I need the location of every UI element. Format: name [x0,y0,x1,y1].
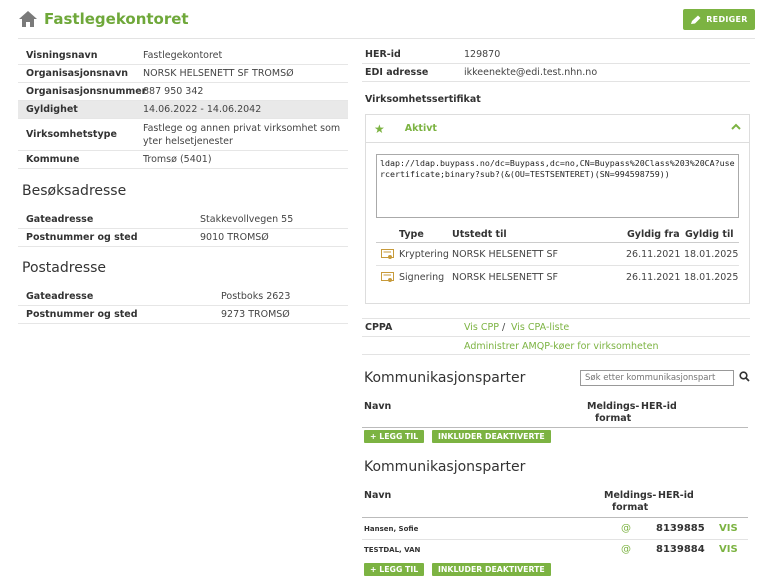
comm-parties-title: Kommunikasjonsparter [364,370,526,386]
table-row: Hansen, Sofie @ 8139885 VIS [362,518,748,540]
her-id-value: 129870 [464,49,501,60]
divider [362,427,748,428]
star-icon: ★ [374,121,385,136]
table-row: Kryptering NORSK HELSENETT SF 26.11.2021… [376,244,739,266]
view-cpp-link[interactable]: Vis CPP [464,322,499,333]
chevron-up-icon[interactable] [731,123,741,134]
col-message-format: Meldings- [587,401,640,412]
comm-party-search-input[interactable] [580,370,734,386]
email-format-icon: @ [621,523,631,534]
divider [362,318,750,319]
view-party-link[interactable]: VIS [719,544,738,555]
col-name: Navn [364,401,392,412]
info-row-validity: Gyldighet 14.06.2022 - 14.06.2042 [18,101,348,119]
divider [362,354,750,355]
cppa-label: CPPA [365,322,393,333]
certificate-icon [381,249,394,264]
view-party-link[interactable]: VIS [719,523,738,534]
page-title: Fastlegekontoret [44,10,189,28]
info-row-business-type: Virksomhetstype Fastlege og annen privat… [18,119,348,151]
ldap-url-field[interactable]: ldap://ldap.buypass.no/dc=Buypass,dc=no,… [376,154,739,218]
visit-address-title: Besøksadresse [22,183,127,199]
post-postal-row: Postnummer og sted 9273 TROMSØ [18,306,348,324]
col-type: Type [399,229,424,240]
include-deactivated-button[interactable]: INKLUDER DEAKTIVERTE [432,430,551,443]
col-message-format-2: format [612,502,649,513]
certificate-status: Aktivt [404,123,437,134]
edi-address-value: ikkeenekte@edi.test.nhn.no [464,67,598,78]
comm-parties-title-2: Kommunikasjonsparter [364,459,526,475]
edi-address-label: EDI adresse [365,67,429,78]
col-her-id: HER-id [641,401,677,412]
divider [362,336,750,337]
info-row-display-name: Visningsnavn Fastlegekontoret [18,47,348,65]
home-icon [19,11,37,27]
col-message-format: Meldings- [604,490,657,501]
visit-postal-row: Postnummer og sted 9010 TROMSØ [18,229,348,247]
col-valid-to: Gyldig til [685,229,734,240]
col-issued-to: Utstedt til [452,229,507,240]
table-row: TESTDAL, VAN @ 8139884 VIS [364,544,738,555]
edit-button[interactable]: REDIGER [683,9,755,30]
col-her-id: HER-id [658,490,694,501]
col-name: Navn [364,490,392,501]
certificate-icon [381,272,394,287]
manage-amqp-link[interactable]: Administrer AMQP-køer for virksomheten [464,341,659,352]
pencil-icon [691,15,701,24]
table-row: Signering NORSK HELSENETT SF 26.11.2021 … [376,267,739,289]
col-valid-from: Gyldig fra [627,229,680,240]
add-comm-party-button-2[interactable]: + LEGG TIL [364,563,425,576]
visit-street-row: Gateadresse Stakkevollvegen 55 [18,211,348,229]
email-format-icon: @ [621,544,631,555]
post-address-title: Postadresse [22,260,107,276]
certificate-header[interactable]: ★ Aktivt [366,115,749,143]
her-id-label: HER-id [365,49,401,60]
info-row-org-number: Organisasjonsnummer 887 950 342 [18,83,348,101]
view-cpa-list-link[interactable]: Vis CPA-liste [511,322,569,333]
divider [362,81,750,82]
add-comm-party-button[interactable]: + LEGG TIL [364,430,425,443]
divider [362,63,750,64]
certificate-title: Virksomhetssertifikat [365,94,481,105]
page-header: Fastlegekontoret [18,6,189,32]
col-message-format-2: format [595,413,632,424]
link-separator: / [502,322,506,333]
info-row-org-name: Organisasjonsnavn NORSK HELSENETT SF TRO… [18,65,348,83]
search-icon[interactable] [739,371,750,385]
post-street-row: Gateadresse Postboks 2623 [18,288,348,306]
info-row-municipality: Kommune Tromsø (5401) [18,151,348,169]
divider [376,242,739,243]
include-deactivated-button-2[interactable]: INKLUDER DEAKTIVERTE [432,563,551,576]
header-divider [18,38,755,39]
